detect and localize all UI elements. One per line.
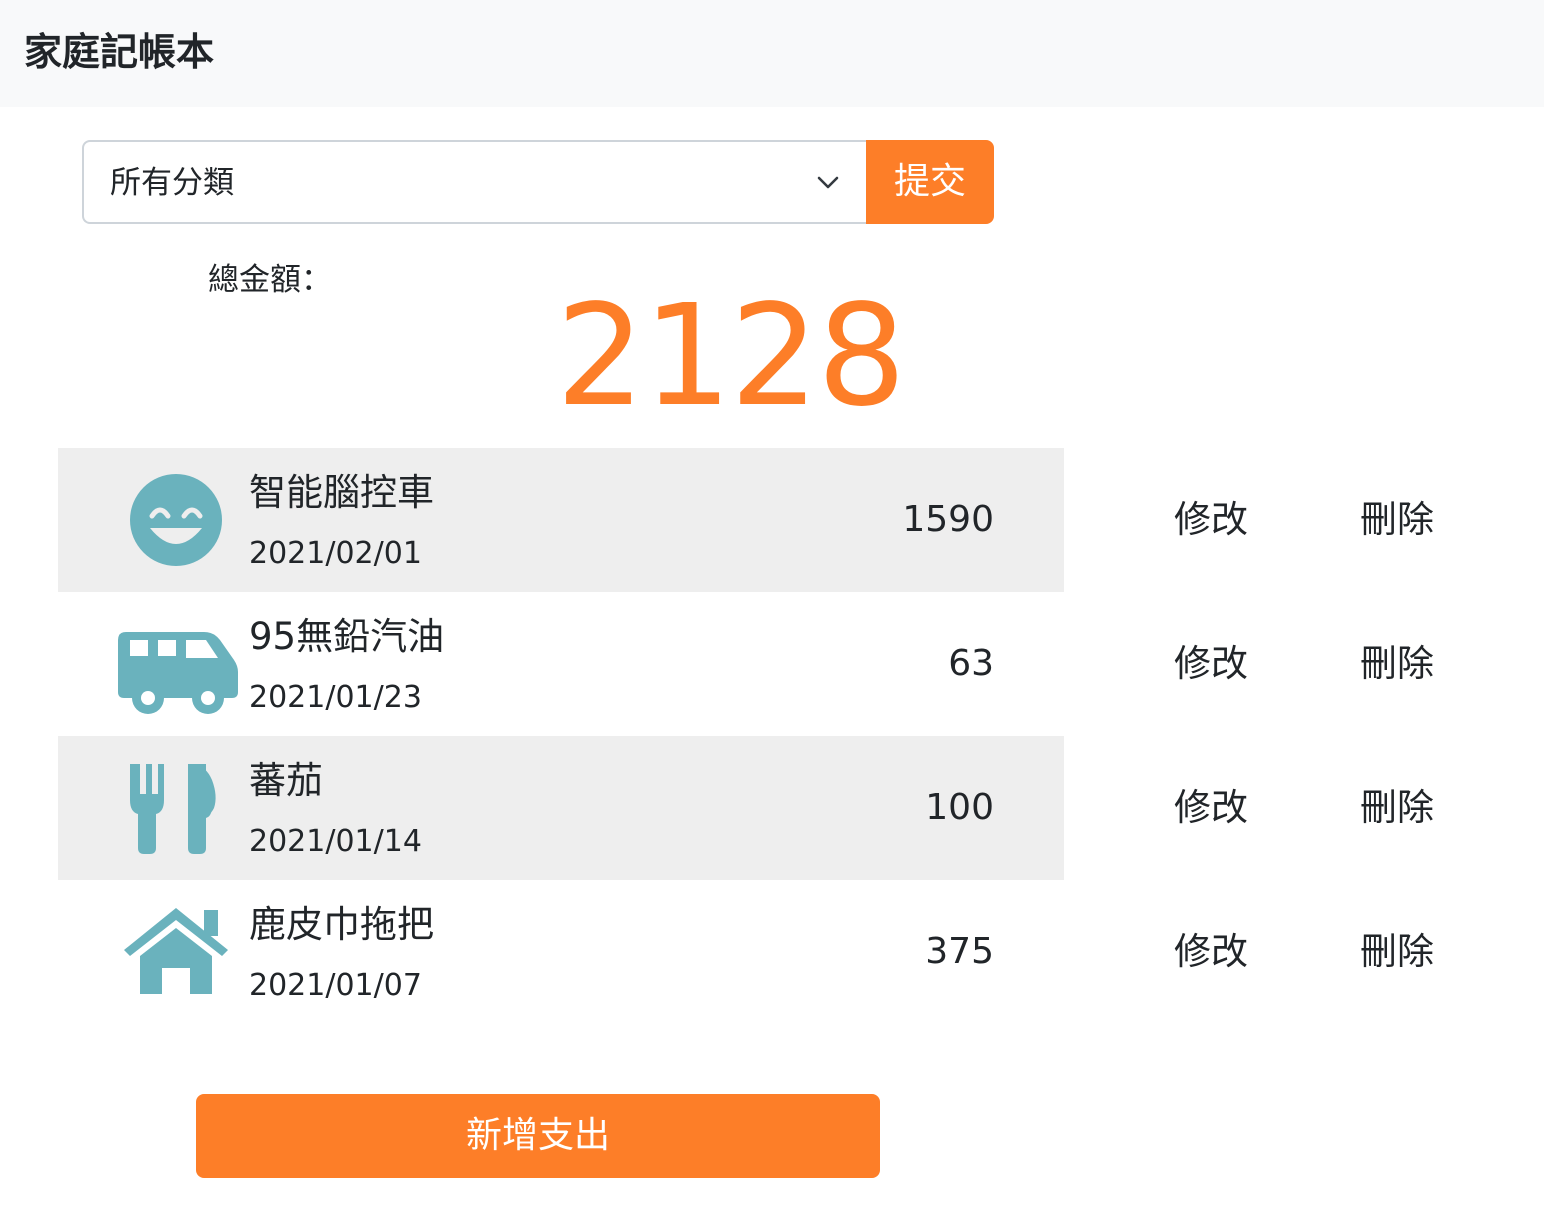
- smile-beam-icon: [130, 474, 222, 566]
- category-select[interactable]: 所有分類: [82, 140, 868, 224]
- record-name: 蕃茄: [249, 759, 323, 802]
- delete-link[interactable]: 刪除: [1360, 930, 1434, 974]
- record-amount: 1590: [902, 499, 994, 540]
- utensils-icon: [130, 764, 216, 854]
- total-amount-label: 總金額：: [208, 262, 332, 298]
- chevron-down-icon: [817, 176, 839, 189]
- submit-button[interactable]: 提交: [866, 140, 994, 224]
- delete-link[interactable]: 刪除: [1360, 786, 1434, 830]
- edit-link[interactable]: 修改: [1174, 930, 1248, 974]
- record-date: 2021/01/23: [249, 680, 422, 715]
- record-name: 鹿皮巾拖把: [249, 903, 434, 946]
- shuttle-van-icon: [118, 632, 238, 714]
- record-row: 蕃茄 2021/01/14 100 修改 刪除: [58, 736, 1434, 880]
- record-row: 鹿皮巾拖把 2021/01/07 375 修改 刪除: [58, 880, 1434, 1024]
- category-select-value: 所有分類: [110, 165, 234, 201]
- record-amount: 375: [925, 931, 994, 972]
- record-date: 2021/01/14: [249, 824, 422, 859]
- record-amount: 100: [925, 787, 994, 828]
- edit-link[interactable]: 修改: [1174, 642, 1248, 686]
- delete-link[interactable]: 刪除: [1360, 642, 1434, 686]
- edit-link[interactable]: 修改: [1174, 498, 1248, 542]
- delete-link[interactable]: 刪除: [1360, 498, 1434, 542]
- total-amount-value: 2128: [555, 275, 906, 438]
- edit-link[interactable]: 修改: [1174, 786, 1248, 830]
- record-name: 智能腦控車: [249, 471, 434, 514]
- add-expense-button[interactable]: 新增支出: [196, 1094, 880, 1178]
- record-name: 95無鉛汽油: [249, 615, 445, 658]
- record-date: 2021/02/01: [249, 536, 422, 571]
- record-amount: 63: [948, 643, 994, 684]
- brand-title[interactable]: 家庭記帳本: [24, 28, 214, 76]
- record-row: 95無鉛汽油 2021/01/23 63 修改 刪除: [58, 592, 1434, 736]
- record-row: 智能腦控車 2021/02/01 1590 修改 刪除: [58, 448, 1434, 592]
- home-icon: [124, 908, 228, 994]
- record-date: 2021/01/07: [249, 968, 422, 1003]
- navbar: 家庭記帳本: [0, 0, 1544, 107]
